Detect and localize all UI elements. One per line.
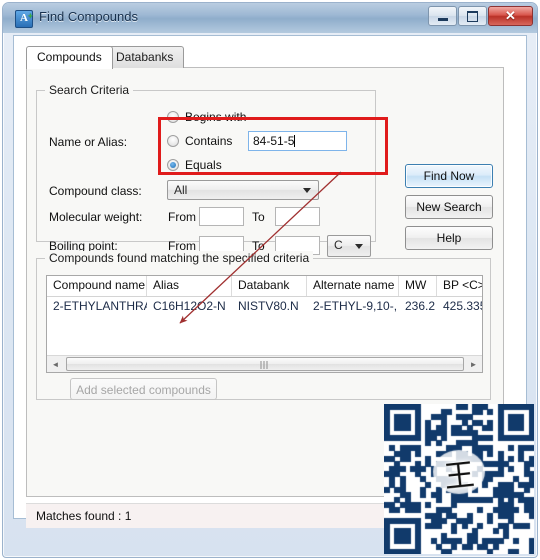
app-icon: A + bbox=[15, 10, 33, 28]
window-title: Find Compounds bbox=[39, 9, 138, 24]
tab-databanks[interactable]: Databanks bbox=[105, 46, 185, 68]
radio-begins-with-label: Begins with bbox=[185, 110, 247, 124]
maximize-icon bbox=[459, 7, 486, 25]
find-now-button[interactable]: Find Now bbox=[405, 164, 493, 188]
results-header-row: Compound name Alias Databank Alternate n… bbox=[47, 276, 482, 297]
radio-begins-with[interactable]: Begins with bbox=[167, 110, 246, 124]
caption-button-group: ✕ bbox=[428, 6, 533, 26]
cell-alias: C16H12O2-N bbox=[153, 299, 226, 313]
find-now-label: Find Now bbox=[423, 169, 475, 183]
signature-glyph: 王 bbox=[442, 457, 477, 496]
bp-unit-value: C bbox=[334, 238, 343, 252]
scroll-left-arrow-icon[interactable]: ◄ bbox=[47, 356, 64, 372]
results-group: Compounds found matching the specified c… bbox=[36, 251, 491, 400]
horizontal-scrollbar[interactable]: ◄ ► bbox=[47, 355, 482, 372]
radio-contains-label: Contains bbox=[185, 134, 233, 148]
name-or-alias-label: Name or Alias: bbox=[49, 135, 128, 149]
help-label: Help bbox=[436, 231, 462, 245]
add-selected-compounds-label: Add selected compounds bbox=[76, 383, 211, 397]
bp-unit-dropdown[interactable]: C bbox=[327, 235, 371, 257]
mw-to-label: To bbox=[252, 210, 265, 224]
table-row[interactable]: 2-ETHYLANTHRAQ C16H12O2-N NISTV80.N 2-ET… bbox=[47, 297, 482, 316]
search-criteria-group: Search Criteria Name or Alias: Begins wi… bbox=[36, 83, 376, 257]
results-listview[interactable]: Compound name Alias Databank Alternate n… bbox=[46, 275, 483, 373]
radio-begins-with-indicator bbox=[167, 111, 179, 123]
close-button[interactable]: ✕ bbox=[488, 6, 533, 26]
compound-class-dropdown[interactable]: All bbox=[167, 180, 319, 200]
column-header-bp[interactable]: BP <C> bbox=[437, 276, 482, 296]
chevron-down-icon bbox=[355, 244, 363, 249]
column-header-alias[interactable]: Alias bbox=[147, 276, 232, 296]
plus-badge-icon: + bbox=[27, 11, 33, 21]
search-query-value: 84-51-5 bbox=[253, 134, 295, 148]
radio-equals-indicator bbox=[167, 159, 179, 171]
molecular-weight-label: Molecular weight: bbox=[49, 210, 143, 224]
tab-compounds-label: Compounds bbox=[37, 50, 102, 64]
radio-contains-indicator bbox=[167, 135, 179, 147]
cell-mw: 236.2 bbox=[405, 299, 436, 313]
mw-from-input[interactable] bbox=[199, 207, 244, 226]
column-header-alternate-name[interactable]: Alternate name bbox=[307, 276, 399, 296]
close-icon: ✕ bbox=[505, 8, 516, 23]
scrollbar-thumb[interactable] bbox=[66, 357, 464, 371]
compound-class-value: All bbox=[174, 183, 188, 197]
cell-compound-name: 2-ETHYLANTHRAQ bbox=[53, 299, 147, 313]
matches-found-text: Matches found : 1 bbox=[36, 509, 132, 523]
tab-compounds[interactable]: Compounds bbox=[26, 46, 113, 69]
radio-equals[interactable]: Equals bbox=[167, 158, 222, 172]
chevron-down-icon bbox=[303, 188, 311, 193]
new-search-button[interactable]: New Search bbox=[405, 195, 493, 219]
qr-code-watermark: 王 bbox=[384, 404, 534, 554]
scroll-right-arrow-icon[interactable]: ► bbox=[465, 356, 482, 372]
help-button[interactable]: Help bbox=[405, 226, 493, 250]
radio-contains[interactable]: Contains bbox=[167, 134, 232, 148]
search-query-input[interactable]: 84-51-5 bbox=[248, 131, 347, 151]
minimize-button[interactable] bbox=[428, 6, 457, 26]
cell-bp: 425.335 bbox=[443, 299, 483, 313]
results-group-label: Compounds found matching the specified c… bbox=[45, 251, 314, 265]
title-bar: A + Find Compounds ✕ bbox=[3, 3, 537, 33]
cell-alternate-name: 2-ETHYL-9,10-, bbox=[313, 299, 398, 313]
column-header-compound-name[interactable]: Compound name bbox=[47, 276, 147, 296]
new-search-label: New Search bbox=[416, 200, 482, 214]
mw-to-input[interactable] bbox=[275, 207, 320, 226]
search-criteria-label: Search Criteria bbox=[45, 83, 134, 97]
radio-equals-label: Equals bbox=[185, 158, 222, 172]
screenshot-root: A + Find Compounds ✕ Compounds Databanks… bbox=[0, 0, 540, 560]
column-header-databank[interactable]: Databank bbox=[232, 276, 307, 296]
tab-databanks-label: Databanks bbox=[116, 50, 174, 64]
cell-databank: NISTV80.N bbox=[238, 299, 299, 313]
compound-class-label: Compound class: bbox=[49, 184, 142, 198]
minimize-icon bbox=[429, 7, 456, 25]
maximize-button[interactable] bbox=[458, 6, 487, 26]
add-selected-compounds-button[interactable]: Add selected compounds bbox=[70, 378, 217, 400]
column-header-mw[interactable]: MW bbox=[399, 276, 437, 296]
mw-from-label: From bbox=[168, 210, 196, 224]
